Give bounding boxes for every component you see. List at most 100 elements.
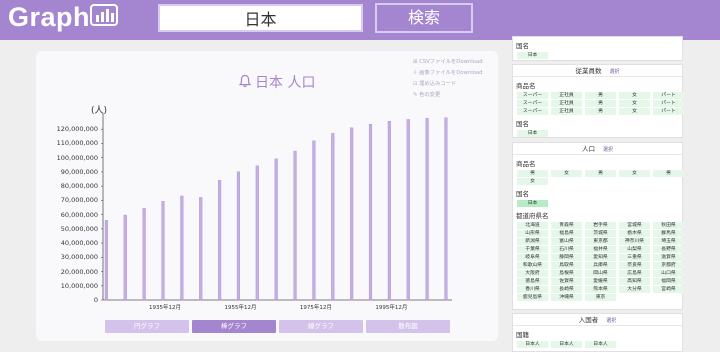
csv-download-link[interactable]: ⊞ CSVファイルをDownload: [413, 57, 503, 68]
filter-chip[interactable]: 三重県: [619, 254, 650, 261]
filter-chip[interactable]: 沖縄県: [551, 294, 582, 301]
filter-chip[interactable]: 愛知県: [585, 254, 616, 261]
filter-chip[interactable]: 千葉県: [517, 246, 548, 253]
filter-chip[interactable]: 男: [585, 108, 616, 115]
filter-chip[interactable]: 静岡県: [551, 254, 582, 261]
filter-chip[interactable]: 山梨県: [619, 246, 650, 253]
filter-chip[interactable]: 福岡県: [653, 278, 684, 285]
filter-chip[interactable]: 広島県: [619, 270, 650, 277]
scatter-chart-button[interactable]: 散布図: [366, 320, 450, 333]
filter-chip[interactable]: 北海道: [517, 222, 548, 229]
select-link[interactable]: 選択: [609, 69, 619, 75]
filter-chip[interactable]: 女: [619, 100, 650, 107]
filter-chip[interactable]: 男: [585, 170, 616, 177]
filter-section-population: 人口 選択 商品名 男女男女男女 国名 日本 都道府県名 北海道 青森県 岩手県 宮城県…: [512, 142, 684, 310]
filter-chip[interactable]: 女: [619, 92, 650, 99]
filter-chip[interactable]: 宮崎県: [653, 286, 684, 293]
filter-chip[interactable]: 山形県: [517, 230, 548, 237]
filter-chip[interactable]: 長野県: [653, 246, 684, 253]
filter-chip[interactable]: 女: [551, 170, 582, 177]
section-header: 人口 選択: [513, 143, 682, 155]
embed-code-link[interactable]: ⊡ 埋め込みコード: [413, 79, 503, 90]
filter-chip[interactable]: 男: [517, 170, 548, 177]
filter-chip[interactable]: 男: [585, 92, 616, 99]
filter-chip[interactable]: 長崎県: [551, 286, 582, 293]
filter-chip[interactable]: 新潟県: [517, 238, 548, 245]
filter-section-employees: 従業員数 選択 商品名 スーパー 正社員男女パート スーパー 正社員男女パート スーパー正…: [512, 64, 684, 138]
filter-chip[interactable]: 滋賀県: [653, 254, 684, 261]
nationality-label: 国籍: [516, 331, 529, 339]
search-input[interactable]: [158, 4, 363, 32]
filter-chip[interactable]: 日本人: [517, 341, 548, 348]
filter-chip[interactable]: 栃木県: [619, 230, 650, 237]
filter-chip[interactable]: 岩手県: [585, 222, 616, 229]
filter-chip[interactable]: 女: [517, 178, 548, 185]
chart-title-text: 日本 人口: [255, 75, 316, 91]
bar-chart-button[interactable]: 棒グラフ: [192, 320, 276, 333]
filter-chip[interactable]: 女: [619, 170, 650, 177]
filter-chip[interactable]: 秋田県: [653, 222, 684, 229]
filter-chip[interactable]: 福井県: [585, 246, 616, 253]
filter-chip[interactable]: 日本: [517, 130, 548, 137]
filter-chip[interactable]: 兵庫県: [585, 262, 616, 269]
filter-chip[interactable]: 福島県: [551, 230, 582, 237]
filter-chip[interactable]: パート: [653, 92, 684, 99]
line-chart-button[interactable]: 線グラフ: [279, 320, 363, 333]
filter-chip[interactable]: 佐賀県: [551, 278, 582, 285]
filter-chip[interactable]: 愛媛県: [585, 278, 616, 285]
filter-chip[interactable]: 東京: [585, 294, 616, 301]
filter-chip[interactable]: 青森県: [551, 222, 582, 229]
filter-chip[interactable]: 男: [585, 100, 616, 107]
filter-chip[interactable]: スーパー: [517, 108, 548, 115]
filter-chip[interactable]: 宮城県: [619, 222, 650, 229]
filter-chip[interactable]: 熊本県: [585, 286, 616, 293]
filter-chip[interactable]: 山口県: [653, 270, 684, 277]
filter-chip[interactable]: 日本: [517, 200, 548, 207]
bell-icon[interactable]: [238, 74, 252, 88]
filter-chip[interactable]: 鹿児島県: [517, 294, 548, 301]
filter-chip[interactable]: 京都府: [653, 262, 684, 269]
filter-chip[interactable]: 日本: [517, 52, 548, 59]
filter-chip[interactable]: 徳島県: [517, 278, 548, 285]
download-links: ⊞ CSVファイルをDownload ⇩ 画像ファイルをDownload ⊡ 埋…: [413, 57, 503, 101]
filter-chip[interactable]: スーパー: [517, 92, 548, 99]
filter-chip[interactable]: 東京都: [585, 238, 616, 245]
filter-chip[interactable]: 茨城県: [585, 230, 616, 237]
filter-chip[interactable]: 島根県: [551, 270, 582, 277]
filter-chip[interactable]: パート: [653, 100, 684, 107]
filter-chip[interactable]: 奈良県: [619, 262, 650, 269]
filter-chip[interactable]: 女: [619, 108, 650, 115]
filter-chip[interactable]: 富山県: [551, 238, 582, 245]
filter-chip[interactable]: 岡山県: [585, 270, 616, 277]
y-tick-label: 10,000,000: [60, 281, 98, 290]
change-color-link[interactable]: ✎ 色の変更: [413, 90, 503, 101]
filter-chip[interactable]: 正社員: [551, 100, 582, 107]
filter-chip[interactable]: 和歌山県: [517, 262, 548, 269]
filter-chip[interactable]: 埼玉県: [653, 238, 684, 245]
filter-chip[interactable]: 石川県: [551, 246, 582, 253]
filter-chip[interactable]: 高知県: [619, 278, 650, 285]
filter-chip[interactable]: 神奈川県: [619, 238, 650, 245]
filter-chip[interactable]: 正社員: [551, 92, 582, 99]
filter-chip[interactable]: 大分県: [619, 286, 650, 293]
filter-chip[interactable]: 大阪府: [517, 270, 548, 277]
filter-section-top: 国名 日本: [512, 36, 683, 61]
select-link[interactable]: 選択: [606, 318, 616, 324]
y-tick-label: 90,000,000: [60, 167, 98, 176]
filter-chip[interactable]: 岐阜県: [517, 254, 548, 261]
filter-chip[interactable]: パート: [653, 108, 684, 115]
filter-chip[interactable]: 群馬県: [653, 230, 684, 237]
filter-chip[interactable]: 男: [653, 170, 684, 177]
filter-chip[interactable]: 香川県: [517, 286, 548, 293]
app-logo[interactable]: Graph: [8, 2, 90, 33]
filter-chip[interactable]: 日本人: [585, 341, 616, 348]
filter-chip[interactable]: 鳥取県: [551, 262, 582, 269]
pie-chart-button[interactable]: 円グラフ: [105, 320, 189, 333]
y-tick-label: 30,000,000: [60, 253, 98, 262]
select-link[interactable]: 選択: [603, 147, 613, 153]
filter-chip[interactable]: 正社員: [551, 108, 582, 115]
search-button[interactable]: 検索: [375, 3, 473, 33]
image-download-link[interactable]: ⇩ 画像ファイルをDownload: [413, 68, 503, 79]
filter-chip[interactable]: スーパー: [517, 100, 548, 107]
filter-chip[interactable]: 日本人: [551, 341, 582, 348]
